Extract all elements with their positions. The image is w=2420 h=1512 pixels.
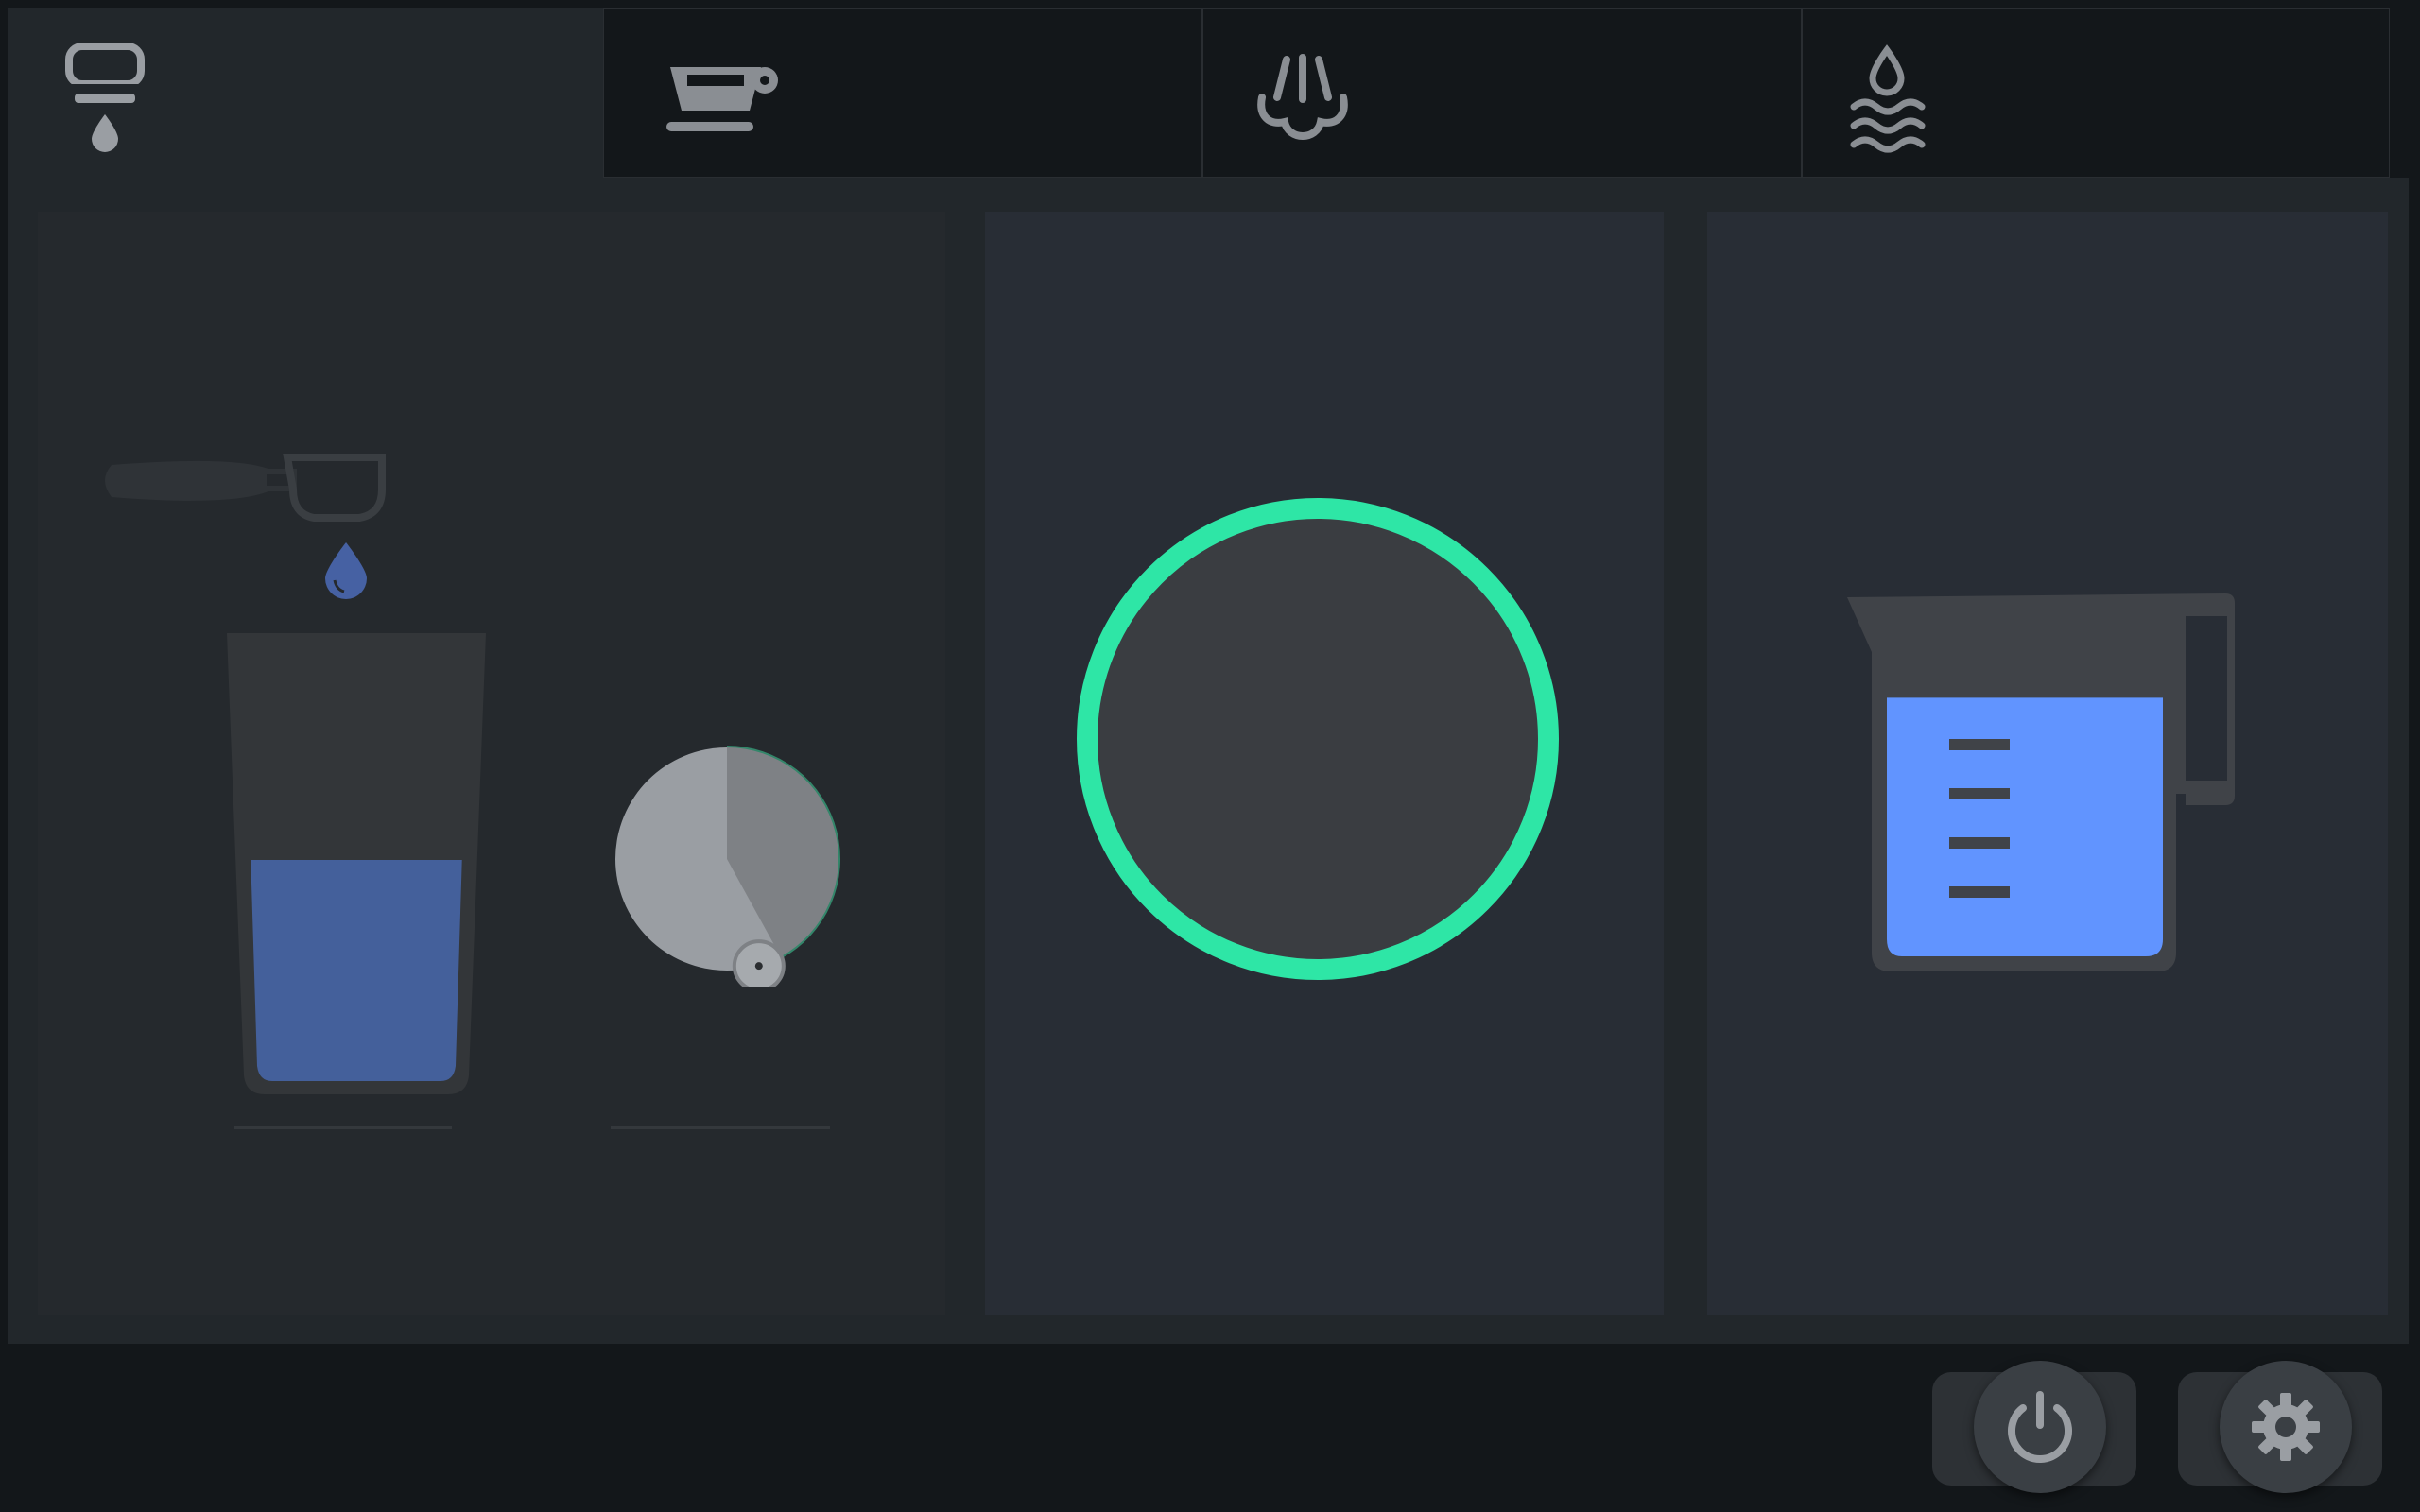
brew-panel xyxy=(38,212,945,1315)
tab-steam[interactable] xyxy=(1202,8,1802,178)
portafilter-icon xyxy=(98,452,410,532)
group-head-icon xyxy=(65,43,150,161)
glass-icon xyxy=(221,631,492,1105)
power-button[interactable] xyxy=(1932,1361,2136,1493)
gear-icon xyxy=(2246,1387,2325,1471)
shot-timer-dial[interactable] xyxy=(599,731,855,993)
start-button[interactable] xyxy=(1064,495,1575,1010)
tab-cup[interactable] xyxy=(603,8,1202,178)
main-panels xyxy=(8,178,2409,1344)
hot-water-icon xyxy=(1844,44,1929,163)
tab-brew[interactable] xyxy=(8,8,603,178)
tab-hot-water[interactable] xyxy=(1802,8,2390,178)
pitcher-icon xyxy=(1847,593,2244,980)
water-drop-icon xyxy=(321,539,371,606)
hot-water-panel xyxy=(1707,212,2388,1315)
glass-base-line xyxy=(234,1126,452,1129)
settings-button[interactable] xyxy=(2178,1361,2382,1493)
tab-bar xyxy=(8,8,2390,178)
start-panel xyxy=(985,212,1664,1315)
dial-base-line xyxy=(611,1126,830,1129)
cup-icon xyxy=(666,61,780,142)
steam-icon xyxy=(1251,50,1355,159)
power-icon xyxy=(2002,1389,2078,1469)
